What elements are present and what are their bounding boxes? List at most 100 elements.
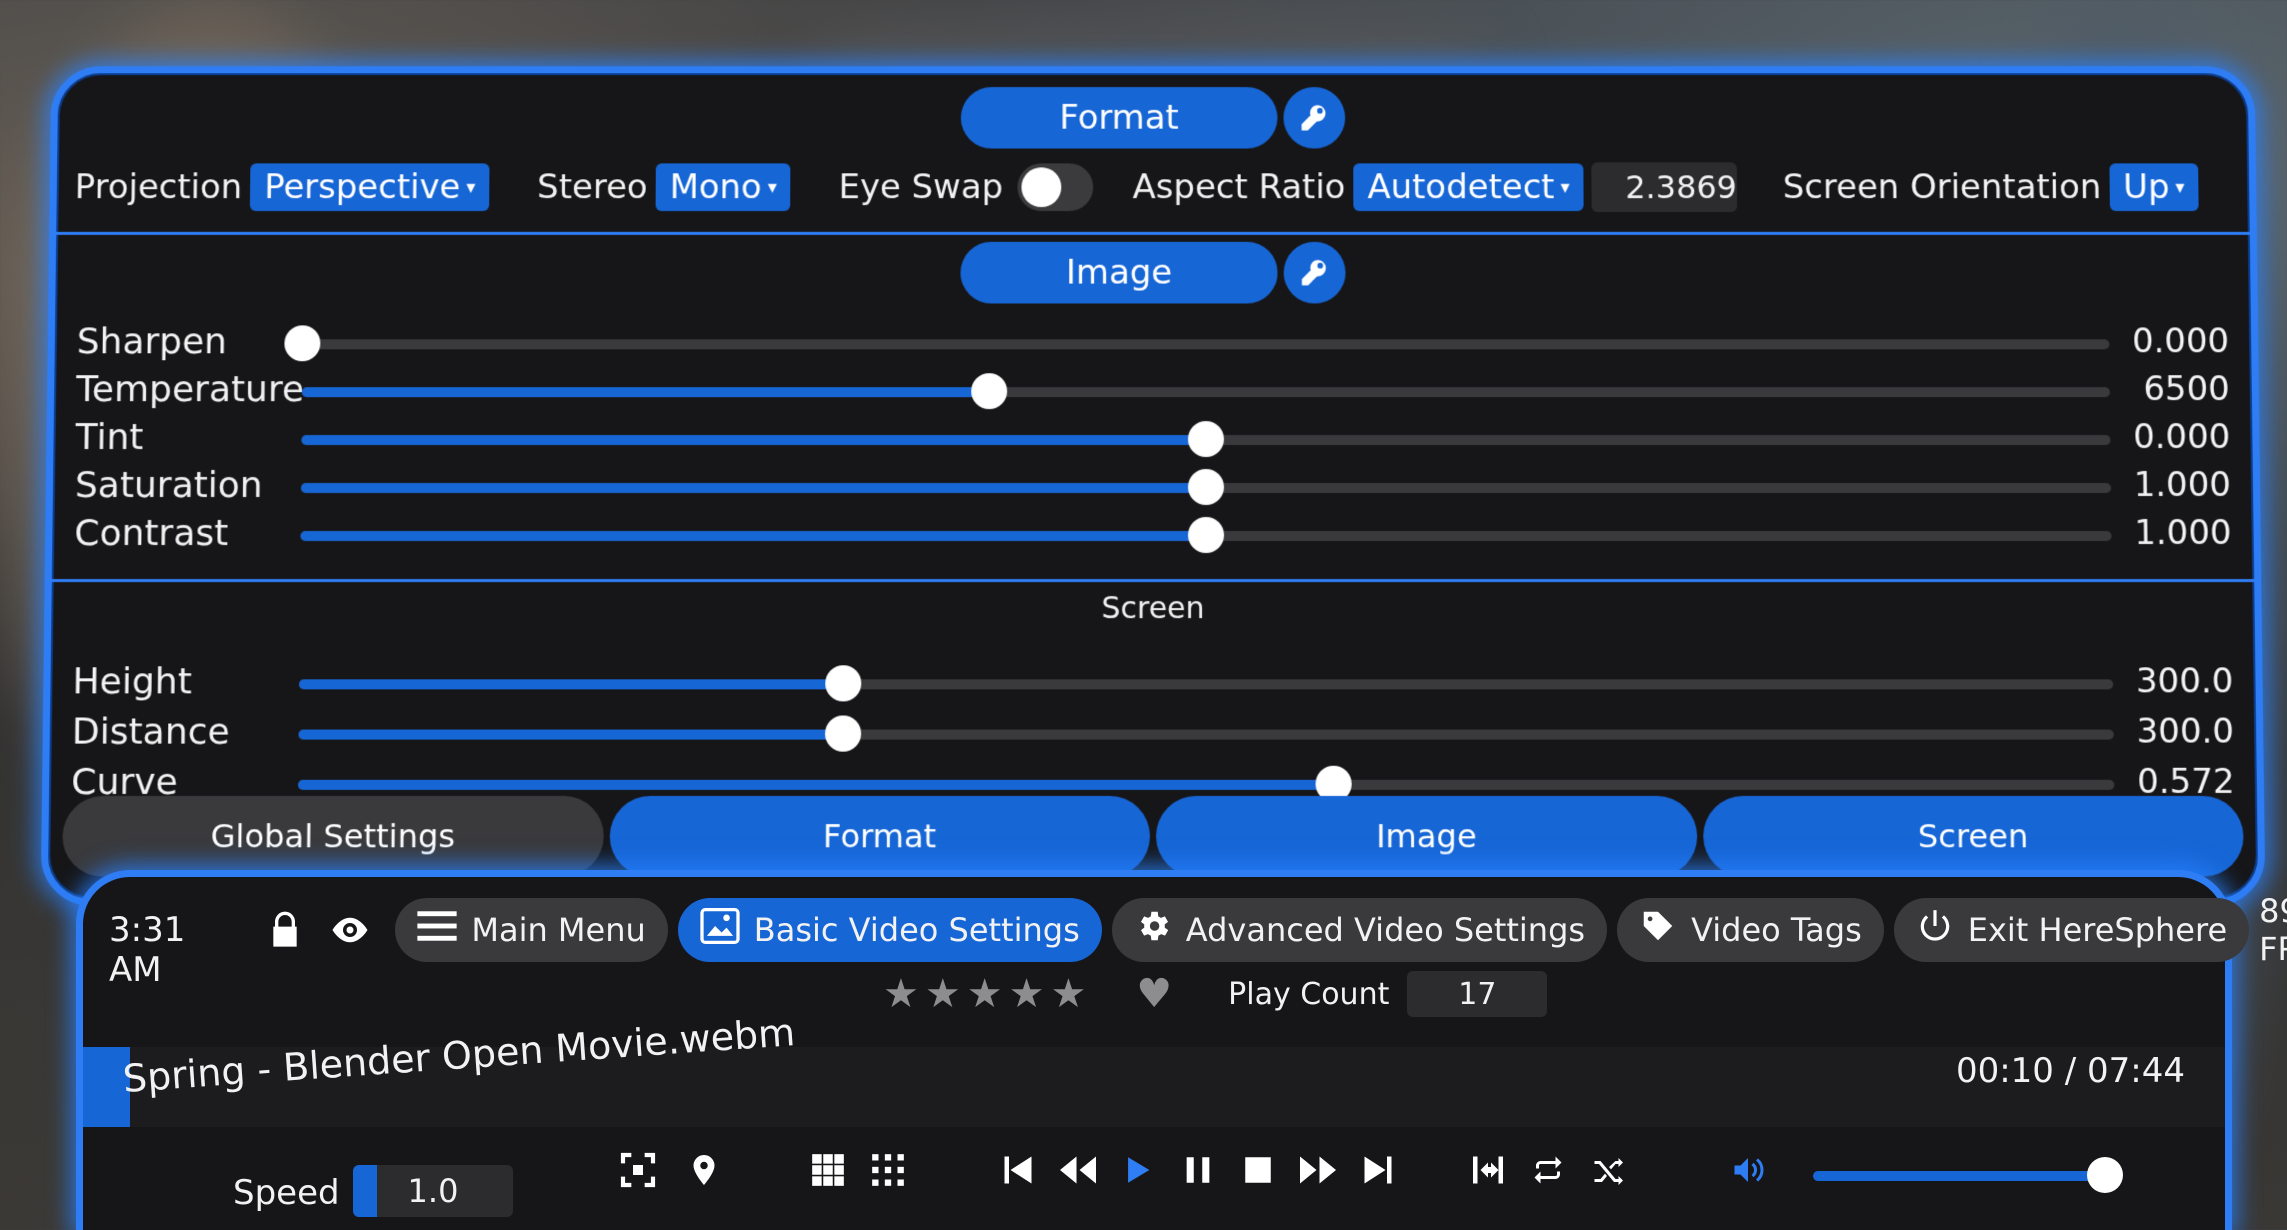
- rating-row: ★ ★ ★ ★ ★ ♥ Play Count 17: [883, 971, 1548, 1017]
- slider-row-tint: Tint 0.000: [75, 417, 2230, 461]
- slider-row-contrast: Contrast 1.000: [74, 513, 2232, 557]
- slider-fill: [297, 779, 1334, 790]
- image-header-button[interactable]: Image: [960, 241, 1278, 304]
- slider-knob[interactable]: [284, 325, 321, 362]
- slider-label: Temperature: [75, 369, 305, 411]
- image-icon: [700, 908, 740, 952]
- star-icon[interactable]: ★: [967, 974, 1003, 1014]
- recenter-icon[interactable]: [613, 1145, 663, 1195]
- ab-loop-icon[interactable]: [1463, 1145, 1513, 1195]
- slider-label: Saturation: [74, 465, 263, 506]
- player-panel: 3:31 AM Main Menu Basic Video Settings A…: [76, 870, 2287, 1230]
- saturation-slider[interactable]: [300, 469, 2112, 505]
- aspect-ratio-value: 2.3869: [1625, 168, 1738, 207]
- stereo-value: Mono: [669, 167, 762, 208]
- curve-slider[interactable]: [297, 765, 2115, 802]
- main-menu-button[interactable]: Main Menu: [395, 898, 668, 962]
- chevron-down-icon: ▾: [466, 176, 476, 198]
- hamburger-icon: [417, 908, 457, 952]
- aspect-ratio-dropdown[interactable]: Autodetect ▾: [1353, 163, 1584, 212]
- format-section-header: Format: [960, 87, 1346, 149]
- pause-icon[interactable]: [1173, 1145, 1223, 1195]
- star-icon[interactable]: ★: [925, 974, 961, 1014]
- slider-label: Contrast: [74, 512, 229, 555]
- sharpen-slider[interactable]: [284, 325, 2110, 362]
- volume-knob[interactable]: [2087, 1157, 2123, 1193]
- fps-counter: 89.19 FPS: [2259, 892, 2287, 968]
- chevron-down-icon: ▾: [2175, 176, 2185, 198]
- dot-grid-icon[interactable]: [863, 1145, 913, 1195]
- distance-slider[interactable]: [298, 715, 2114, 752]
- eye-swap-toggle[interactable]: [1017, 163, 1093, 212]
- skip-next-icon[interactable]: [1353, 1145, 1403, 1195]
- tab-screen[interactable]: Screen: [1702, 795, 2244, 877]
- stop-icon[interactable]: [1233, 1145, 1283, 1195]
- volume-slider[interactable]: [1813, 1157, 2123, 1193]
- tint-slider[interactable]: [301, 421, 2111, 458]
- fast-forward-icon[interactable]: [1293, 1145, 1343, 1195]
- basic-video-settings-label: Basic Video Settings: [753, 911, 1080, 949]
- tag-icon: [1639, 907, 1677, 953]
- star-icon[interactable]: ★: [1009, 974, 1045, 1014]
- projection-label: Projection: [74, 167, 243, 208]
- slider-value: 300.0: [2135, 661, 2234, 702]
- speed-fill: [353, 1165, 377, 1217]
- shuffle-icon[interactable]: [1583, 1145, 1633, 1195]
- stereo-dropdown[interactable]: Mono ▾: [655, 163, 791, 212]
- tab-global-settings[interactable]: Global Settings: [62, 795, 604, 877]
- projection-dropdown[interactable]: Perspective ▾: [250, 163, 490, 212]
- orientation-dropdown[interactable]: Up ▾: [2109, 163, 2199, 212]
- heart-icon[interactable]: ♥: [1136, 974, 1172, 1014]
- slider-value: 6500: [2143, 369, 2231, 410]
- basic-video-settings-button[interactable]: Basic Video Settings: [677, 898, 1102, 962]
- eye-icon[interactable]: [329, 906, 371, 954]
- map-pin-icon[interactable]: [679, 1145, 729, 1195]
- advanced-video-settings-button[interactable]: Advanced Video Settings: [1111, 898, 1608, 962]
- aspect-ratio-label: Aspect Ratio: [1132, 167, 1346, 208]
- slider-row-distance: Distance 300.0: [72, 711, 2235, 755]
- play-icon[interactable]: [1113, 1145, 1163, 1195]
- contrast-slider[interactable]: [300, 516, 2112, 554]
- star-icon[interactable]: ★: [883, 974, 919, 1014]
- video-tags-button[interactable]: Video Tags: [1617, 898, 1884, 962]
- grid-icon[interactable]: [803, 1145, 853, 1195]
- slider-value: 0.000: [2132, 417, 2231, 458]
- slider-knob[interactable]: [970, 373, 1007, 410]
- volume-icon[interactable]: [1723, 1145, 1773, 1195]
- speed-value: 1.0: [407, 1172, 459, 1210]
- image-section-header: Image: [960, 241, 1346, 304]
- toggle-knob: [1021, 167, 1061, 208]
- rewind-icon[interactable]: [1053, 1145, 1103, 1195]
- tab-format[interactable]: Format: [609, 795, 1150, 877]
- lock-icon[interactable]: [265, 906, 305, 954]
- slider-row-sharpen: Sharpen 0.000: [76, 321, 2230, 365]
- main-menu-label: Main Menu: [471, 911, 646, 949]
- speed-label: Speed: [233, 1173, 340, 1213]
- eye-swap-label: Eye Swap: [838, 167, 1004, 208]
- skip-previous-icon[interactable]: [993, 1145, 1043, 1195]
- exit-button[interactable]: Exit HereSphere: [1893, 898, 2250, 962]
- slider-knob[interactable]: [824, 715, 862, 752]
- slider-knob[interactable]: [1188, 516, 1225, 554]
- slider-fill: [300, 530, 1207, 542]
- tab-image[interactable]: Image: [1156, 795, 1697, 877]
- temperature-slider[interactable]: [301, 373, 2111, 410]
- slider-knob[interactable]: [1187, 469, 1225, 505]
- slider-value: 1.000: [2133, 465, 2232, 505]
- slider-label: Height: [72, 661, 193, 703]
- image-wrench-icon[interactable]: [1283, 241, 1346, 304]
- star-icon[interactable]: ★: [1050, 974, 1086, 1014]
- height-slider[interactable]: [298, 665, 2114, 702]
- power-icon: [1916, 907, 1954, 953]
- slider-knob[interactable]: [825, 665, 862, 702]
- slider-row-temperature: Temperature 6500: [76, 369, 2230, 413]
- slider-knob[interactable]: [1187, 421, 1224, 458]
- gear-icon: [1134, 907, 1172, 953]
- repeat-icon[interactable]: [1523, 1145, 1573, 1195]
- orientation-value: Up: [2123, 167, 2170, 208]
- format-header-button[interactable]: Format: [960, 87, 1278, 149]
- section-divider: [56, 231, 2250, 235]
- aspect-ratio-field[interactable]: 2.3869: [1591, 162, 1738, 213]
- speed-field[interactable]: 1.0: [353, 1165, 513, 1217]
- format-wrench-icon[interactable]: [1283, 87, 1346, 149]
